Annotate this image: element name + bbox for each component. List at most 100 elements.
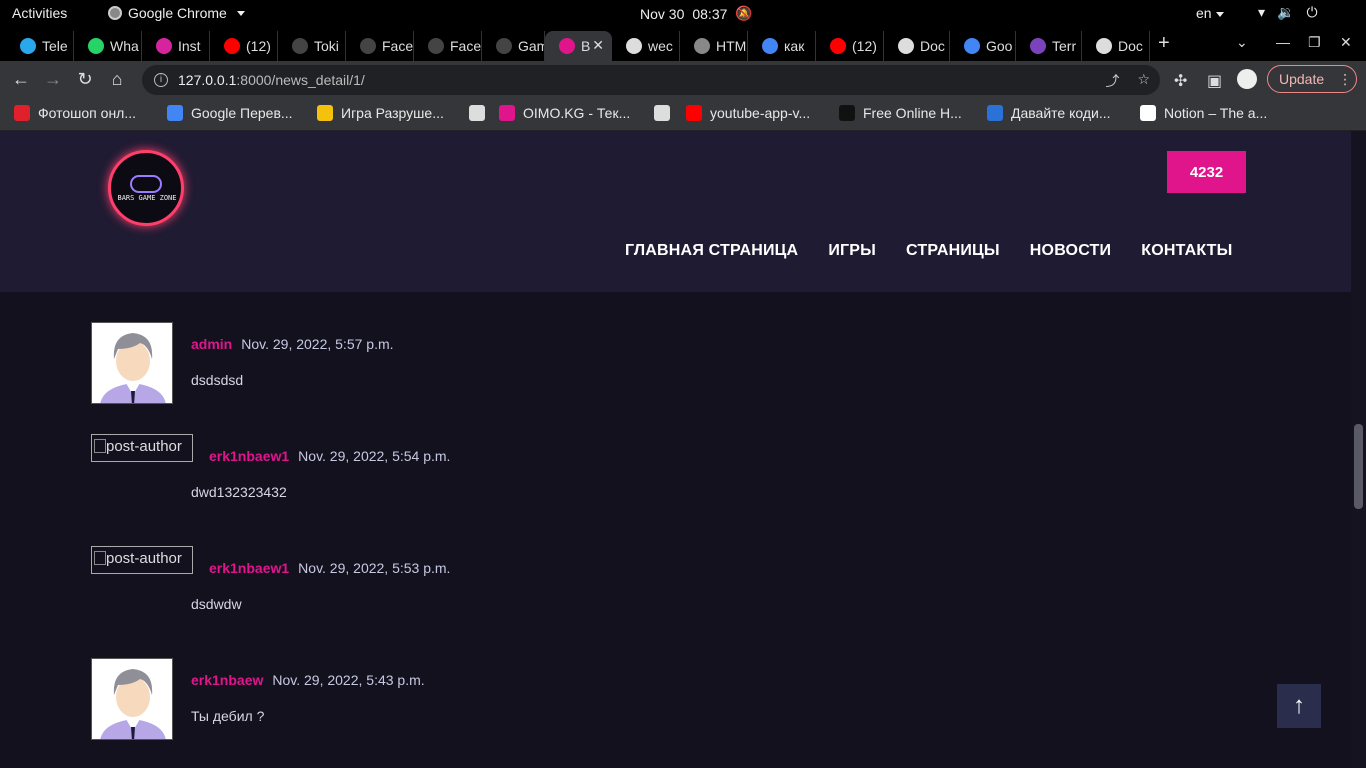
comment-meta: erk1nbaew Nov. 29, 2022, 5:43 p.m. (191, 672, 425, 688)
tab-search-chevron-icon[interactable]: ⌄ (1236, 34, 1248, 51)
user-silhouette-icon (92, 323, 172, 403)
tab-favicon-icon (830, 38, 846, 54)
tab-favicon-icon (360, 38, 376, 54)
app-name: Google Chrome (128, 5, 227, 21)
browser-tab[interactable]: Tele (6, 31, 74, 61)
bookmark-item[interactable]: youtube-app-v... (686, 105, 810, 121)
system-menu[interactable]: ▾ 🔉 ⏻ (1258, 4, 1318, 21)
browser-tab[interactable]: Terr (1016, 31, 1082, 61)
nav-link[interactable]: КОНТАКТЫ (1141, 242, 1232, 260)
profile-avatar[interactable] (1237, 69, 1257, 89)
tab-favicon-icon (292, 38, 308, 54)
avatar (91, 322, 173, 404)
browser-tab[interactable]: Doc (1082, 31, 1150, 61)
bookmark-label: Free Online H... (863, 105, 962, 121)
bookmark-item[interactable]: OIMO.KG - Тек... (499, 105, 630, 121)
tab-favicon-icon (559, 38, 575, 54)
comment-text: dsdsdsd (191, 372, 244, 388)
nav-link[interactable]: ГЛАВНАЯ СТРАНИЦА (625, 242, 798, 260)
comment-author[interactable]: erk1nbaew1 (209, 560, 289, 576)
update-button[interactable]: Update ⋮ (1267, 65, 1357, 93)
tab-favicon-icon (88, 38, 104, 54)
browser-tab[interactable]: Goo (950, 31, 1016, 61)
activities-button[interactable]: Activities (12, 5, 67, 21)
comment-date: Nov. 29, 2022, 5:54 p.m. (298, 448, 451, 464)
browser-tab[interactable]: Doc (884, 31, 950, 61)
browser-tab[interactable]: HTM (680, 31, 748, 61)
browser-tab[interactable]: wec (612, 31, 680, 61)
browser-tab[interactable]: (12) (210, 31, 278, 61)
close-window-button[interactable]: ✕ (1340, 34, 1352, 51)
tab-title: wec (648, 38, 673, 54)
bookmark-item[interactable]: Notion – The a... (1140, 105, 1267, 121)
comment-author[interactable]: admin (191, 336, 232, 352)
browser-tab[interactable]: как (748, 31, 816, 61)
bookmark-item[interactable] (469, 105, 485, 121)
bookmark-star-icon[interactable]: ☆ (1137, 71, 1150, 91)
bookmark-favicon-icon (839, 105, 855, 121)
user-silhouette-icon (92, 659, 172, 739)
site-logo[interactable]: BARS GAME ZONE (108, 150, 184, 226)
tab-title: Face (450, 38, 482, 54)
header-cta-button[interactable]: 4232 (1167, 151, 1246, 193)
app-menu[interactable]: Google Chrome (108, 5, 245, 21)
new-tab-button[interactable]: + (1158, 32, 1170, 55)
comment-date: Nov. 29, 2022, 5:57 p.m. (241, 336, 394, 352)
clock-date: Nov 30 (640, 5, 685, 22)
browser-tab[interactable]: Inst (142, 31, 210, 61)
comment-item: erk1nbaew Nov. 29, 2022, 5:43 p.m. Ты деби… (91, 658, 791, 748)
bookmark-item[interactable]: Google Перев... (167, 105, 293, 121)
browser-tab[interactable]: Gam (482, 31, 545, 61)
bookmark-item[interactable]: Free Online H... (839, 105, 962, 121)
page-scrollbar[interactable] (1351, 131, 1366, 768)
volume-icon: 🔉 (1277, 4, 1295, 20)
comment-meta: erk1nbaew1 Nov. 29, 2022, 5:54 p.m. (209, 448, 450, 464)
browser-tab[interactable]: Wha (74, 31, 142, 61)
bookmark-item[interactable]: Давайте коди... (987, 105, 1111, 121)
power-icon: ⏻ (1306, 4, 1318, 20)
site-header: BARS GAME ZONE 4232 ГЛАВНАЯ СТРАНИЦА ИГРЫ… (0, 131, 1351, 292)
nav-link[interactable]: СТРАНИЦЫ (906, 242, 1000, 260)
tab-title: Terr (1052, 38, 1077, 54)
browser-tab[interactable]: Face (414, 31, 482, 61)
minimize-button[interactable]: — (1276, 34, 1290, 50)
comment-author[interactable]: erk1nbaew1 (209, 448, 289, 464)
browser-tab[interactable]: B ✕ (545, 31, 612, 61)
bookmark-label: Notion – The a... (1164, 105, 1268, 121)
restore-button[interactable]: ❐ (1308, 34, 1321, 51)
reload-button[interactable]: ↻ (74, 69, 96, 90)
browser-tab[interactable]: Toki (278, 31, 346, 61)
url-host: 127.0.0.1 (178, 72, 237, 88)
browser-tab[interactable]: (12) (816, 31, 884, 61)
scroll-to-top-button[interactable]: ↑ (1277, 684, 1321, 728)
tab-favicon-icon (156, 38, 172, 54)
caret-down-icon (236, 10, 245, 16)
comment-author[interactable]: erk1nbaew (191, 672, 263, 688)
nav-link[interactable]: НОВОСТИ (1030, 242, 1111, 260)
bookmark-item[interactable]: Игра Разруше... (317, 105, 444, 121)
language-label: en (1196, 5, 1212, 21)
url-path: :8000/news_detail/1/ (236, 72, 365, 88)
side-panel-icon[interactable]: ▣ (1207, 71, 1222, 91)
nav-link[interactable]: ИГРЫ (828, 242, 876, 260)
share-icon[interactable]: ⤴ (1105, 71, 1119, 91)
bookmark-item[interactable]: Фотошоп онл... (14, 105, 136, 121)
extensions-icon[interactable]: ✣ (1174, 71, 1187, 91)
browser-tab[interactable]: Face (346, 31, 414, 61)
comment-date: Nov. 29, 2022, 5:53 p.m. (298, 560, 451, 576)
bookmark-favicon-icon (167, 105, 183, 121)
close-tab-icon[interactable]: ✕ (592, 37, 604, 54)
bookmark-item[interactable] (654, 105, 670, 121)
scrollbar-thumb[interactable] (1354, 424, 1363, 509)
forward-button[interactable]: → (42, 69, 64, 90)
back-button[interactable]: ← (10, 69, 32, 90)
wifi-icon: ▾ (1258, 4, 1266, 20)
site-info-icon[interactable]: i (154, 73, 168, 87)
language-selector[interactable]: en (1196, 5, 1224, 21)
address-bar[interactable]: i 127.0.0.1:8000/news_detail/1/ ⤴ ☆ (142, 65, 1160, 95)
clock[interactable]: Nov 30 08:37 🔕 (640, 5, 753, 22)
home-button[interactable]: ⌂ (106, 69, 128, 90)
comment-meta: admin Nov. 29, 2022, 5:57 p.m. (191, 336, 394, 352)
comment-item: post-author erk1nbaew1 Nov. 29, 2022, 5:53… (91, 546, 791, 636)
chrome-icon (108, 6, 122, 20)
